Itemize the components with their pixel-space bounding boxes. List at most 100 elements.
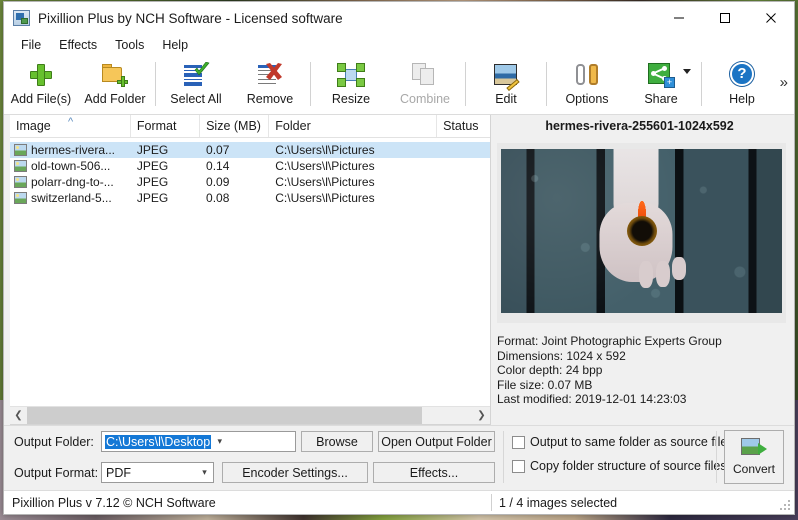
column-header-format[interactable]: Format [131,115,201,137]
file-list-header: Image ^ Format Size (MB) Folder Status [10,115,490,138]
preview-info: Format: Joint Photographic Experts Group… [497,334,782,407]
menu-item-effects[interactable]: Effects [50,36,106,54]
panel-divider [503,431,504,483]
share-dropdown-caret[interactable] [683,69,691,74]
application-window: Pixillion Plus by NCH Software - License… [3,1,795,515]
file-thumbnail-icon [14,160,27,172]
column-header-image[interactable]: Image ^ [10,115,131,137]
output-folder-combobox[interactable]: C:\Users\l\Desktop ▾ [101,431,296,452]
share-label: Share [644,92,678,106]
window-title: Pixillion Plus by NCH Software - License… [38,10,343,26]
file-format: JPEG [136,191,169,205]
file-thumbnail-icon [14,192,27,204]
options-button[interactable]: Options [550,58,624,110]
chevron-down-icon[interactable]: ▾ [211,436,228,447]
toolbar-separator-1 [155,62,156,106]
preview-image-box [497,143,786,323]
column-header-folder[interactable]: Folder [269,115,438,137]
resize-label: Resize [331,92,371,106]
file-list[interactable]: Image ^ Format Size (MB) Folder Status h… [10,115,491,425]
status-bar: Pixillion Plus v 7.12 © NCH Software 1 /… [4,490,794,514]
edit-button[interactable]: Edit [469,58,543,110]
table-row[interactable]: hermes-rivera... JPEG 0.07 C:\Users\l\Pi… [10,142,490,158]
edit-icon [492,62,520,92]
toolbar: Add File(s) Add Folder Select All Remove… [4,56,794,115]
sort-ascending-icon: ^ [68,116,74,128]
convert-label: Convert [732,462,776,476]
resize-icon [337,62,365,88]
checkbox-box[interactable] [512,459,525,473]
effects-button[interactable]: Effects... [373,462,495,483]
add-folder-label: Add Folder [84,92,146,106]
file-folder: C:\Users\l\Pictures [275,175,375,189]
edit-label: Edit [495,92,517,106]
file-thumbnail-icon [14,176,27,188]
preview-flower-core [626,216,657,246]
file-size: 0.14 [206,159,230,173]
file-name: old-town-506... [31,159,111,173]
help-icon: ? [728,62,756,88]
copy-folder-structure-checkbox[interactable]: Copy folder structure of source files [512,459,727,473]
table-row[interactable]: switzerland-5... JPEG 0.08 C:\Users\l\Pi… [10,190,490,206]
table-row[interactable]: polarr-dng-to-... JPEG 0.09 C:\Users\l\P… [10,174,490,190]
plus-icon [27,62,55,88]
close-icon[interactable] [748,2,794,34]
menu-item-file[interactable]: File [12,36,50,54]
output-same-folder-checkbox[interactable]: Output to same folder as source files [512,435,734,449]
file-folder: C:\Users\l\Pictures [275,143,375,157]
output-same-folder-label: Output to same folder as source files [530,435,734,449]
add-files-label: Add File(s) [10,92,72,106]
select-all-button[interactable]: Select All [159,58,233,110]
remove-button[interactable]: Remove [233,58,307,110]
file-size: 0.07 [206,143,230,157]
file-thumbnail-icon [14,144,27,156]
share-icon: + [647,62,675,88]
file-format: JPEG [136,159,169,173]
output-folder-label: Output Folder: [14,435,94,449]
output-format-value: PDF [106,465,131,480]
resize-grip-icon[interactable] [779,499,791,511]
toolbar-overflow-button[interactable]: » [780,74,788,91]
chevron-down-icon[interactable]: ▾ [196,467,213,478]
checkbox-box[interactable] [512,435,525,449]
app-icon [13,10,30,26]
menu-item-tools[interactable]: Tools [106,36,153,54]
title-bar: Pixillion Plus by NCH Software - License… [4,2,794,34]
add-folder-button[interactable]: Add Folder [78,58,152,110]
column-header-status[interactable]: Status [437,115,490,137]
status-selection-count: 1 / 4 images selected [499,495,618,510]
resize-button[interactable]: Resize [314,58,388,110]
file-format: JPEG [136,143,169,157]
output-format-combobox[interactable]: PDF ▾ [101,462,214,483]
open-output-folder-button[interactable]: Open Output Folder [378,431,495,452]
scrollbar-thumb[interactable] [27,407,422,424]
scroll-right-icon[interactable]: ❯ [473,407,490,424]
scrollbar-track[interactable] [27,407,473,424]
combine-button: Combine [388,58,462,110]
scroll-left-icon[interactable]: ❮ [10,407,27,424]
minimize-icon[interactable] [656,2,702,34]
toolbar-separator-3 [465,62,466,106]
share-button[interactable]: + Share [624,58,698,110]
preview-image [501,149,782,313]
file-list-horizontal-scrollbar[interactable]: ❮ ❯ [10,406,490,424]
preview-file-size: File size: 0.07 MB [497,377,593,392]
menu-item-help[interactable]: Help [153,36,197,54]
column-header-size[interactable]: Size (MB) [200,115,270,137]
window-controls [656,2,794,34]
panel-divider-2 [716,431,717,483]
toolbar-separator-4 [546,62,547,106]
help-button[interactable]: ? Help [705,58,779,110]
add-files-button[interactable]: Add File(s) [4,58,78,110]
output-folder-value[interactable]: C:\Users\l\Desktop [105,434,212,449]
browse-button[interactable]: Browse [301,431,373,452]
file-folder: C:\Users\l\Pictures [275,191,375,205]
preview-dimensions: Dimensions: 1024 x 592 [497,348,626,363]
options-label: Options [565,92,609,106]
convert-button[interactable]: Convert [724,430,784,484]
maximize-icon[interactable] [702,2,748,34]
table-row[interactable]: old-town-506... JPEG 0.14 C:\Users\l\Pic… [10,158,490,174]
file-name: polarr-dng-to-... [31,175,114,189]
encoder-settings-button[interactable]: Encoder Settings... [222,462,368,483]
file-format: JPEG [136,175,169,189]
